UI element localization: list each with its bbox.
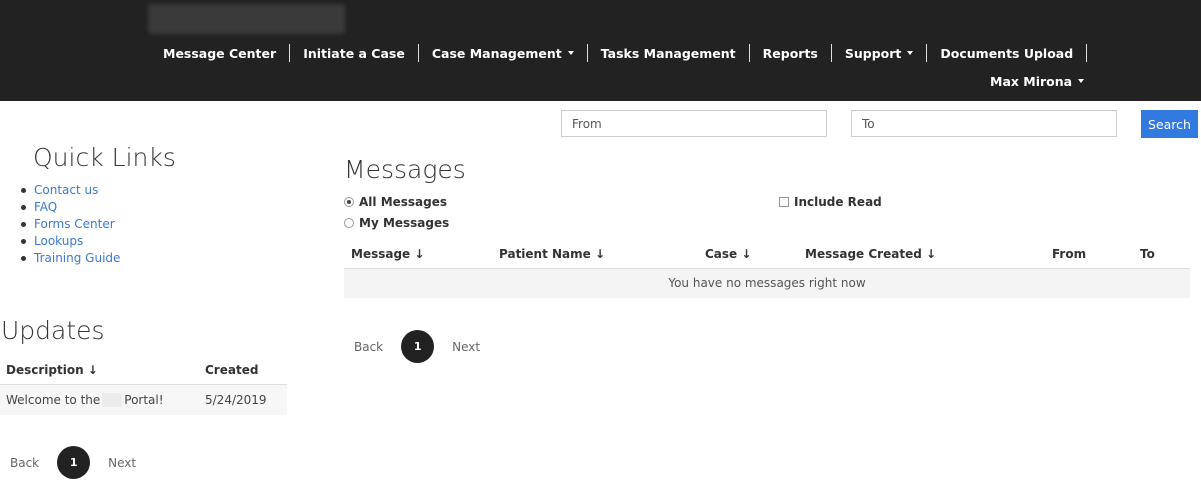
user-name: Max Mirona: [990, 73, 1073, 89]
update-created-date: 5/24/2019: [199, 384, 287, 415]
column-header-message-created[interactable]: Message Created ↓: [798, 240, 1045, 269]
table-header-row: Description ↓ Created: [0, 356, 287, 385]
next-link[interactable]: Next: [108, 456, 136, 470]
nav-item-reports[interactable]: Reports: [750, 42, 831, 64]
nav-item-label: Support: [844, 45, 902, 61]
table-header-row: Message ↓ Patient Name ↓ Case ↓ Message …: [344, 240, 1190, 269]
page-number[interactable]: 1: [57, 446, 91, 479]
messages-title: Messages: [344, 155, 466, 184]
bullet-icon: [21, 239, 26, 244]
checkbox-label: Include Read: [794, 195, 882, 209]
nav-item-case-management[interactable]: Case Management: [419, 42, 587, 64]
column-header-case[interactable]: Case ↓: [698, 240, 798, 269]
list-item: Lookups: [21, 233, 120, 250]
link-faq[interactable]: FAQ: [34, 199, 57, 216]
user-menu[interactable]: Max Mirona: [990, 72, 1085, 90]
to-date-input[interactable]: [851, 110, 1117, 137]
from-date-input[interactable]: [561, 110, 827, 137]
link-training-guide[interactable]: Training Guide: [34, 250, 120, 267]
main-nav: Message Center Initiate a Case Case Mana…: [150, 42, 1088, 64]
nav-item-message-center[interactable]: Message Center: [150, 42, 289, 64]
caret-down-icon: [1078, 79, 1085, 83]
search-button[interactable]: Search: [1141, 110, 1198, 138]
nav-divider: [1086, 44, 1088, 62]
radio-icon[interactable]: [344, 218, 354, 228]
nav-item-label: Reports: [762, 45, 818, 61]
nav-item-label: Case Management: [431, 45, 562, 61]
bullet-icon: [21, 205, 26, 210]
caret-down-icon: [907, 51, 914, 55]
nav-item-label: Documents Upload: [940, 45, 1074, 61]
table-row: You have no messages right now: [344, 268, 1190, 298]
column-header-patient-name[interactable]: Patient Name ↓: [492, 240, 698, 269]
next-link[interactable]: Next: [452, 340, 480, 354]
radio-label: My Messages: [359, 216, 450, 230]
update-description: Welcome to the Portal!: [0, 384, 199, 415]
link-forms-center[interactable]: Forms Center: [34, 216, 115, 233]
quick-links-list: Contact us FAQ Forms Center Lookups Trai…: [21, 182, 120, 267]
column-header-created: Created: [199, 356, 287, 385]
messages-table: Message ↓ Patient Name ↓ Case ↓ Message …: [344, 240, 1190, 298]
include-read-checkbox[interactable]: Include Read: [779, 195, 882, 209]
description-text: Welcome to the: [6, 392, 101, 407]
nav-item-support[interactable]: Support: [832, 42, 927, 64]
list-item: Training Guide: [21, 250, 120, 267]
nav-item-initiate-case[interactable]: Initiate a Case: [290, 42, 418, 64]
bullet-icon: [21, 256, 26, 261]
messages-pagination: Back 1 Next: [354, 330, 480, 363]
column-header-description[interactable]: Description ↓: [0, 356, 199, 385]
redacted-portal-name: [102, 393, 123, 407]
link-lookups[interactable]: Lookups: [34, 233, 83, 250]
description-text: Portal!: [124, 392, 164, 407]
quick-links-title: Quick Links: [33, 143, 176, 172]
column-header-message[interactable]: Message ↓: [344, 240, 492, 269]
updates-pagination: Back 1 Next: [10, 446, 136, 479]
list-item: Forms Center: [21, 216, 120, 233]
brand-logo[interactable]: [148, 4, 345, 34]
radio-label: All Messages: [359, 195, 448, 209]
link-contact-us[interactable]: Contact us: [34, 182, 98, 199]
top-navbar: Message Center Initiate a Case Case Mana…: [0, 0, 1201, 101]
column-header-to: To: [1133, 240, 1190, 269]
bullet-icon: [21, 188, 26, 193]
list-item: FAQ: [21, 199, 120, 216]
column-header-from: From: [1045, 240, 1133, 269]
caret-down-icon: [567, 51, 574, 55]
empty-message: You have no messages right now: [344, 268, 1190, 298]
table-row: Welcome to the Portal! 5/24/2019: [0, 384, 287, 415]
nav-item-label: Tasks Management: [600, 45, 736, 61]
bullet-icon: [21, 222, 26, 227]
filter-all-messages[interactable]: All Messages: [344, 195, 447, 209]
updates-table: Description ↓ Created Welcome to the Port…: [0, 356, 287, 415]
nav-item-label: Initiate a Case: [303, 45, 405, 61]
radio-selected-icon[interactable]: [344, 197, 354, 207]
nav-item-documents-upload[interactable]: Documents Upload: [927, 42, 1086, 64]
nav-item-label: Message Center: [163, 45, 277, 61]
checkbox-icon[interactable]: [779, 197, 789, 207]
back-link[interactable]: Back: [354, 340, 383, 354]
nav-item-tasks-management[interactable]: Tasks Management: [588, 42, 749, 64]
updates-title: Updates: [1, 316, 105, 345]
back-link[interactable]: Back: [10, 456, 39, 470]
list-item: Contact us: [21, 182, 120, 199]
page-number[interactable]: 1: [401, 330, 435, 363]
filter-my-messages[interactable]: My Messages: [344, 216, 449, 230]
